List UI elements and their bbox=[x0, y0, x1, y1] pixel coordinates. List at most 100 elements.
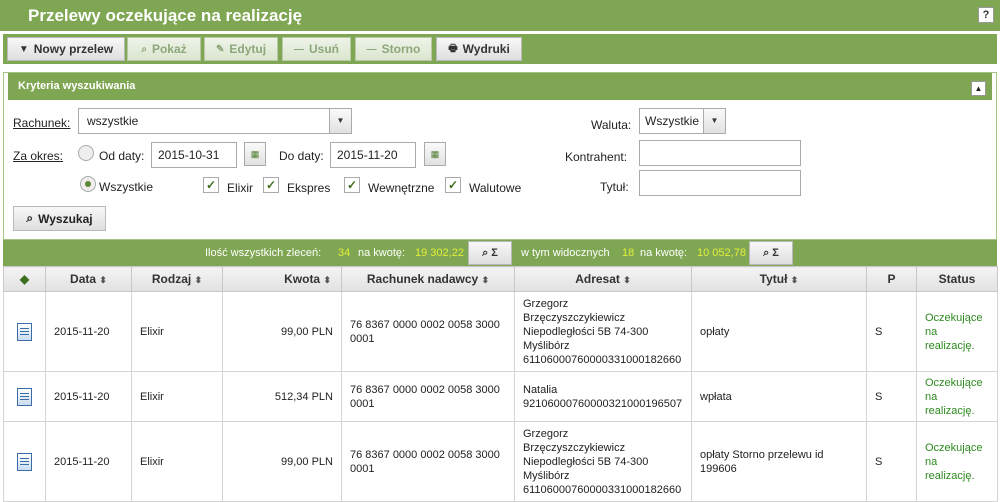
table-header-row: ◆ Data ⬍ Rodzaj ⬍ Kwota ⬍ Rachunek nadaw… bbox=[3, 266, 998, 292]
visible-count: 18 bbox=[622, 247, 635, 259]
chevron-down-icon: ▼ bbox=[703, 109, 725, 133]
row-amount: 99,00 PLN bbox=[222, 421, 342, 502]
criteria-title: Kryteria wyszukiwania bbox=[18, 80, 136, 92]
transfers-table: ◆ Data ⬍ Rodzaj ⬍ Kwota ⬍ Rachunek nadaw… bbox=[3, 266, 998, 502]
page-title: Przelewy oczekujące na realizację bbox=[28, 6, 303, 25]
row-status: Oczekujące na realizację. bbox=[916, 371, 998, 422]
row-status: Oczekujące na realizację. bbox=[916, 421, 998, 502]
row-type: Elixir bbox=[131, 291, 223, 372]
column-header-sender-account[interactable]: Rachunek nadawcy ⬍ bbox=[341, 266, 515, 292]
tag-icon-header[interactable]: ◆ bbox=[3, 266, 46, 292]
date-range-radio[interactable] bbox=[78, 145, 94, 161]
express-label: Ekspres bbox=[287, 181, 331, 195]
row-p: S bbox=[866, 291, 917, 372]
row-title: wpłata bbox=[691, 371, 867, 422]
row-date: 2015-11-20 bbox=[45, 371, 132, 422]
total-amount: 19 302,22 bbox=[415, 247, 464, 259]
table-row[interactable]: 2015-11-20 Elixir 99,00 PLN 76 8367 0000… bbox=[3, 291, 998, 372]
row-recipient: Grzegorz Brzęczyszczykiewicz Niepodległośc… bbox=[514, 291, 692, 372]
storno-button[interactable]: — Storno bbox=[355, 37, 432, 61]
edit-label: Edytuj bbox=[229, 42, 267, 56]
search-button[interactable]: ⌕ Wyszukaj bbox=[13, 206, 106, 231]
document-icon[interactable] bbox=[3, 371, 46, 422]
row-date: 2015-11-20 bbox=[45, 421, 132, 502]
sum-all-button[interactable]: ⌕ Σ bbox=[468, 241, 512, 265]
new-transfer-button[interactable]: ▼ Nowy przelew bbox=[7, 37, 125, 61]
column-header-amount[interactable]: Kwota ⬍ bbox=[222, 266, 342, 292]
collapse-icon[interactable]: ▲ bbox=[971, 81, 986, 96]
row-title: opłaty Storno przelewu id 199606 bbox=[691, 421, 867, 502]
magnifier-icon: ⌕ bbox=[26, 211, 34, 225]
chevron-down-icon: ▼ bbox=[329, 109, 351, 133]
summary-bar: Ilość wszystkich zleceń: 34 na kwotę: 19… bbox=[3, 240, 997, 266]
dropdown-arrow-icon: ▼ bbox=[18, 43, 29, 55]
show-button[interactable]: ⌕ Pokaż bbox=[127, 37, 201, 61]
express-checkbox[interactable]: ✓ bbox=[263, 177, 279, 193]
visible-count-label: w tym widocznych bbox=[521, 247, 610, 259]
row-recipient: Natalia 92106000760000321000196507 bbox=[514, 371, 692, 422]
row-account: 76 8367 0000 0002 0058 3000 0001 bbox=[341, 291, 515, 372]
column-header-recipient[interactable]: Adresat ⬍ bbox=[514, 266, 692, 292]
document-icon[interactable] bbox=[3, 291, 46, 372]
document-icon[interactable] bbox=[3, 421, 46, 502]
column-header-p[interactable]: P bbox=[866, 266, 917, 292]
sort-icon: ⬍ bbox=[99, 275, 107, 285]
internal-checkbox[interactable]: ✓ bbox=[344, 177, 360, 193]
row-amount: 99,00 PLN bbox=[222, 291, 342, 372]
counterparty-input[interactable] bbox=[639, 140, 801, 166]
printouts-button[interactable]: 🖶 Wydruki bbox=[436, 37, 522, 61]
foreign-checkbox[interactable]: ✓ bbox=[445, 177, 461, 193]
all-dates-label: Wszystkie bbox=[99, 180, 153, 194]
row-p: S bbox=[866, 421, 917, 502]
printer-icon: 🖶 bbox=[448, 42, 458, 54]
all-dates-radio[interactable] bbox=[80, 176, 96, 192]
elixir-checkbox[interactable]: ✓ bbox=[203, 177, 219, 193]
title-bar: Przelewy oczekujące na realizację ? bbox=[0, 0, 1000, 31]
help-button[interactable]: ? bbox=[978, 7, 994, 23]
row-title: opłaty bbox=[691, 291, 867, 372]
calendar-icon[interactable]: ▦ bbox=[244, 142, 266, 166]
calendar-icon[interactable]: ▦ bbox=[424, 142, 446, 166]
row-account: 76 8367 0000 0002 0058 3000 0001 bbox=[341, 421, 515, 502]
currency-label: Waluta: bbox=[591, 118, 632, 132]
account-label: Rachunek: bbox=[13, 116, 71, 130]
row-amount: 512,34 PLN bbox=[222, 371, 342, 422]
from-date-input[interactable]: 2015-10-31 bbox=[151, 142, 237, 168]
account-value: wszystkie bbox=[87, 114, 139, 128]
to-date-label: Do daty: bbox=[279, 149, 324, 163]
table-row[interactable]: 2015-11-20 Elixir 99,00 PLN 76 8367 0000… bbox=[3, 421, 998, 502]
title-filter-label: Tytuł: bbox=[600, 180, 629, 194]
column-header-status[interactable]: Status bbox=[916, 266, 998, 292]
column-header-title[interactable]: Tytuł ⬍ bbox=[691, 266, 867, 292]
account-select[interactable]: wszystkie ▼ bbox=[78, 108, 352, 134]
sum-visible-button[interactable]: ⌕ Σ bbox=[749, 241, 793, 265]
new-transfer-label: Nowy przelew bbox=[33, 42, 114, 56]
delete-button[interactable]: — Usuń bbox=[282, 37, 351, 61]
from-date-label: Od daty: bbox=[99, 149, 145, 163]
toolbar: ▼ Nowy przelew ⌕ Pokaż ✎ Edytuj — Usuń —… bbox=[3, 34, 997, 64]
edit-button[interactable]: ✎ Edytuj bbox=[204, 37, 278, 61]
visible-amount-label: na kwotę: bbox=[640, 247, 688, 259]
magnifier-icon: ⌕ bbox=[141, 43, 147, 55]
delete-label: Usuń bbox=[309, 42, 339, 56]
row-status: Oczekujące na realizację. bbox=[916, 291, 998, 372]
search-criteria-panel: Kryteria wyszukiwania ▲ Rachunek: wszyst… bbox=[3, 72, 997, 240]
sort-icon: ⬍ bbox=[323, 275, 331, 285]
row-date: 2015-11-20 bbox=[45, 291, 132, 372]
foreign-label: Walutowe bbox=[469, 181, 522, 195]
currency-select[interactable]: Wszystkie ▼ bbox=[639, 108, 726, 134]
total-count: 34 bbox=[338, 247, 351, 259]
counterparty-label: Kontrahent: bbox=[565, 150, 628, 164]
sort-icon: ⬍ bbox=[623, 275, 631, 285]
row-recipient: Grzegorz Brzęczyszczykiewicz Niepodległośc… bbox=[514, 421, 692, 502]
column-header-type[interactable]: Rodzaj ⬍ bbox=[131, 266, 223, 292]
pencil-icon: ✎ bbox=[215, 43, 225, 55]
row-type: Elixir bbox=[131, 421, 223, 502]
column-header-date[interactable]: Data ⬍ bbox=[45, 266, 132, 292]
to-date-input[interactable]: 2015-11-20 bbox=[330, 142, 416, 168]
title-filter-input[interactable] bbox=[639, 170, 801, 196]
table-row[interactable]: 2015-11-20 Elixir 512,34 PLN 76 8367 000… bbox=[3, 371, 998, 422]
visible-amount: 10 052,78 bbox=[697, 247, 746, 259]
minus-icon: — bbox=[294, 43, 304, 55]
internal-label: Wewnętrzne bbox=[368, 181, 435, 195]
